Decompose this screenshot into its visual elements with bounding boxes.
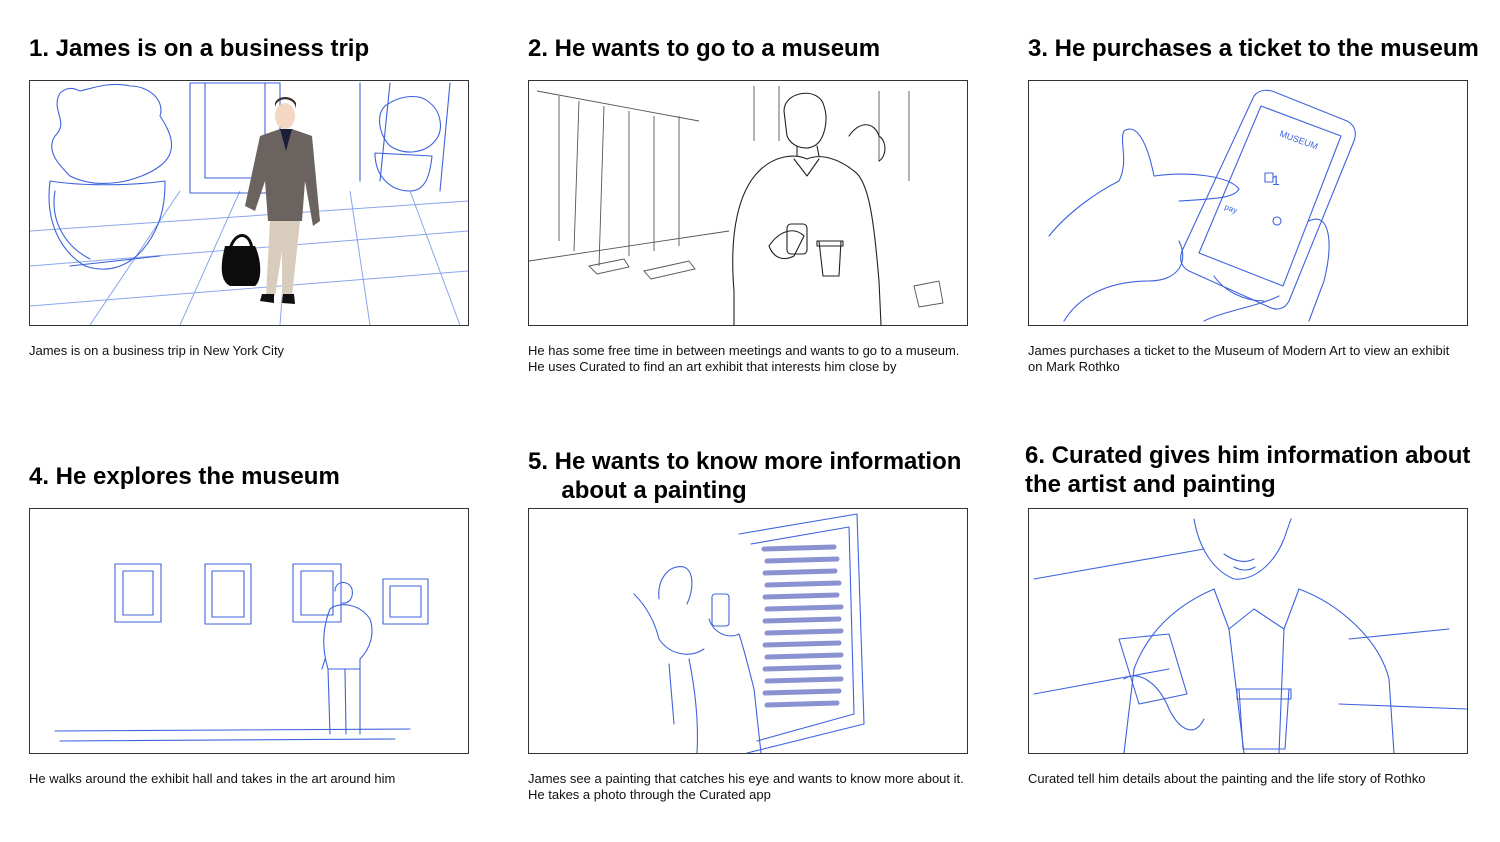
panel-title: 2. He wants to go to a museum	[528, 35, 881, 62]
panel-illustration-frame	[29, 508, 469, 754]
panel-caption: James is on a business trip in New York …	[29, 343, 285, 358]
svg-text:pay: pay	[1223, 202, 1238, 215]
panel-caption: He has some free time in between meeting…	[528, 343, 960, 374]
panel-title: 3. He purchases a ticket to the museum	[1028, 35, 1479, 62]
man-walking-with-bag-icon	[30, 82, 468, 325]
panel-illustration-frame: MUSEUM 1 pay	[1028, 80, 1468, 326]
man-reading-phone-icon	[1033, 518, 1467, 753]
panel-title: 4. He explores the museum	[29, 463, 340, 490]
hand-holding-phone-icon: MUSEUM 1 pay	[1048, 89, 1356, 322]
man-photographing-painting-icon	[633, 513, 865, 753]
panel-illustration-frame	[528, 80, 968, 326]
panel-title: 1. James is on a business trip	[29, 35, 370, 62]
panel-caption: James purchases a ticket to the Museum o…	[1028, 343, 1450, 374]
panel-illustration-frame	[528, 508, 968, 754]
svg-text:MUSEUM: MUSEUM	[1278, 128, 1319, 151]
panel-title: 5. He wants to know more information abo…	[528, 448, 962, 504]
panel-caption: He walks around the exhibit hall and tak…	[29, 771, 396, 786]
panel-illustration-frame	[1028, 508, 1468, 754]
panel-title: 6. Curated gives him information about t…	[1025, 442, 1471, 498]
panel-illustration-frame	[29, 80, 469, 326]
man-with-phone-and-coffee-icon	[529, 86, 944, 325]
phone-screen-text: MUSEUM 1 pay	[1223, 128, 1319, 215]
walking-man-figure	[221, 97, 320, 304]
painting-stripes	[761, 544, 844, 708]
man-viewing-paintings-icon	[54, 563, 429, 742]
panel-caption: James see a painting that catches his ey…	[528, 771, 964, 802]
panel-caption: Curated tell him details about the paint…	[1028, 771, 1426, 786]
